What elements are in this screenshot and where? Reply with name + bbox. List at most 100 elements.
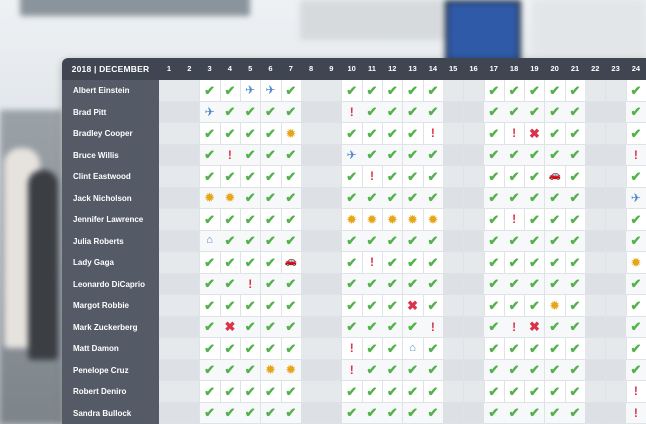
attendance-cell[interactable]: ✔ [260, 187, 282, 209]
attendance-cell[interactable]: ✔ [483, 101, 505, 123]
attendance-cell[interactable] [463, 295, 485, 317]
attendance-cell[interactable] [463, 381, 485, 403]
attendance-cell[interactable]: ✔ [483, 80, 505, 102]
attendance-cell[interactable]: ✔ [280, 295, 302, 317]
attendance-cell[interactable] [605, 101, 627, 123]
attendance-cell[interactable]: ✔ [362, 402, 383, 424]
attendance-cell[interactable]: ✔ [382, 80, 404, 102]
attendance-cell[interactable]: ✔ [504, 273, 526, 295]
attendance-cell[interactable]: ✔ [483, 381, 505, 403]
attendance-cell[interactable]: ✔ [219, 295, 241, 317]
attendance-cell[interactable] [605, 80, 627, 102]
attendance-cell[interactable] [179, 166, 201, 188]
attendance-cell[interactable]: ✔ [382, 230, 404, 252]
attendance-cell[interactable]: ✔ [280, 402, 302, 424]
attendance-cell[interactable] [179, 316, 201, 338]
attendance-cell[interactable]: ✔ [219, 101, 241, 123]
attendance-cell[interactable] [585, 359, 607, 381]
attendance-cell[interactable]: ! [625, 144, 646, 166]
attendance-cell[interactable]: ✔ [422, 252, 444, 274]
attendance-cell[interactable]: ✔ [199, 316, 221, 338]
attendance-cell[interactable]: ✔ [341, 187, 363, 209]
attendance-cell[interactable]: ✔ [199, 252, 221, 274]
attendance-cell[interactable] [585, 252, 607, 274]
attendance-cell[interactable]: ✔ [362, 123, 383, 145]
attendance-cell[interactable] [301, 359, 323, 381]
attendance-cell[interactable] [321, 144, 343, 166]
attendance-cell[interactable] [159, 381, 180, 403]
attendance-cell[interactable]: ✔ [280, 187, 302, 209]
attendance-cell[interactable]: ! [362, 252, 383, 274]
attendance-cell[interactable]: ✔ [341, 295, 363, 317]
attendance-cell[interactable] [443, 316, 465, 338]
attendance-cell[interactable]: ✔ [483, 295, 505, 317]
attendance-cell[interactable]: ✔ [199, 273, 221, 295]
attendance-cell[interactable]: ✔ [544, 144, 566, 166]
attendance-cell[interactable]: ✔ [240, 187, 262, 209]
attendance-cell[interactable]: ✔ [280, 209, 302, 231]
attendance-cell[interactable]: ✔ [280, 166, 302, 188]
attendance-cell[interactable]: ✔ [565, 230, 586, 252]
attendance-cell[interactable]: ✔ [504, 338, 526, 360]
attendance-cell[interactable]: ✹ [382, 209, 404, 231]
attendance-cell[interactable]: ✔ [504, 187, 526, 209]
attendance-cell[interactable]: ✔ [524, 101, 546, 123]
attendance-cell[interactable]: ✔ [524, 381, 546, 403]
attendance-cell[interactable] [585, 80, 607, 102]
attendance-cell[interactable] [159, 230, 180, 252]
attendance-cell[interactable]: ✔ [625, 338, 646, 360]
attendance-cell[interactable]: ✔ [199, 80, 221, 102]
attendance-cell[interactable]: ✔ [625, 230, 646, 252]
attendance-cell[interactable] [301, 295, 323, 317]
attendance-cell[interactable]: ✔ [402, 381, 424, 403]
attendance-cell[interactable] [321, 230, 343, 252]
attendance-cell[interactable]: ✔ [341, 123, 363, 145]
attendance-cell[interactable]: ✔ [483, 359, 505, 381]
attendance-cell[interactable]: ✔ [382, 187, 404, 209]
attendance-cell[interactable] [605, 295, 627, 317]
attendance-cell[interactable]: ✹ [544, 295, 566, 317]
attendance-cell[interactable]: ✔ [260, 166, 282, 188]
attendance-cell[interactable] [585, 144, 607, 166]
attendance-cell[interactable]: ✔ [483, 209, 505, 231]
attendance-cell[interactable]: ✔ [544, 187, 566, 209]
attendance-cell[interactable]: ✔ [544, 402, 566, 424]
attendance-cell[interactable] [321, 123, 343, 145]
attendance-cell[interactable]: ✔ [382, 359, 404, 381]
attendance-cell[interactable]: ✔ [483, 252, 505, 274]
attendance-cell[interactable] [443, 123, 465, 145]
attendance-cell[interactable]: ✔ [544, 381, 566, 403]
attendance-cell[interactable]: ✔ [402, 80, 424, 102]
attendance-cell[interactable]: ! [625, 381, 646, 403]
attendance-cell[interactable]: ✔ [422, 338, 444, 360]
attendance-cell[interactable]: ✔ [422, 187, 444, 209]
attendance-cell[interactable] [321, 209, 343, 231]
attendance-cell[interactable]: ✔ [402, 166, 424, 188]
attendance-cell[interactable]: ✔ [240, 123, 262, 145]
attendance-cell[interactable]: ✔ [199, 144, 221, 166]
attendance-cell[interactable]: ✔ [504, 402, 526, 424]
attendance-cell[interactable]: ✔ [402, 316, 424, 338]
attendance-cell[interactable] [179, 144, 201, 166]
attendance-cell[interactable]: ✔ [483, 230, 505, 252]
attendance-cell[interactable]: ✔ [382, 381, 404, 403]
attendance-cell[interactable]: ✔ [504, 80, 526, 102]
attendance-cell[interactable]: ✔ [362, 338, 383, 360]
attendance-cell[interactable]: ✔ [504, 166, 526, 188]
attendance-cell[interactable]: ✹ [625, 252, 646, 274]
attendance-cell[interactable] [301, 166, 323, 188]
attendance-cell[interactable]: ✔ [341, 316, 363, 338]
attendance-cell[interactable]: ! [504, 316, 526, 338]
attendance-cell[interactable]: ✔ [240, 316, 262, 338]
attendance-cell[interactable]: ✔ [382, 123, 404, 145]
attendance-cell[interactable] [463, 101, 485, 123]
attendance-cell[interactable]: ✔ [341, 80, 363, 102]
attendance-cell[interactable]: ✔ [382, 295, 404, 317]
attendance-cell[interactable]: ✔ [504, 144, 526, 166]
attendance-cell[interactable]: ✔ [402, 144, 424, 166]
attendance-cell[interactable]: ✔ [280, 338, 302, 360]
attendance-cell[interactable]: ✔ [362, 381, 383, 403]
attendance-cell[interactable] [443, 381, 465, 403]
attendance-cell[interactable]: ✔ [422, 381, 444, 403]
attendance-cell[interactable] [585, 209, 607, 231]
